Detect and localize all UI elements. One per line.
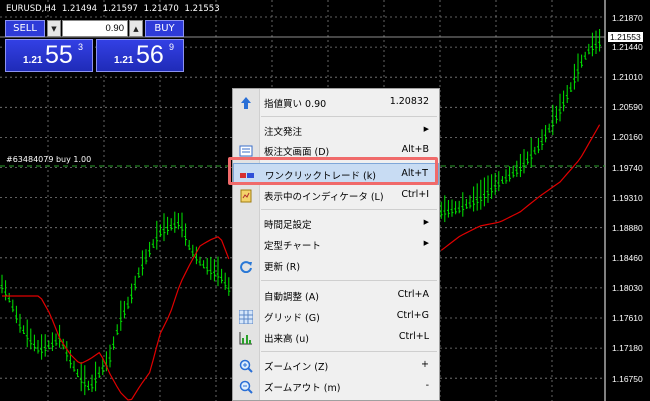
one-click-trade-panel: SELL ▼ 0.90 ▲ BUY 1.21 55 3 1.21 56 9 [5,20,184,72]
menu-item-shortcut: - [425,380,429,391]
open-order-label[interactable]: #63484079 buy 1.00 [6,155,91,164]
buy-button[interactable]: BUY [145,20,184,37]
menu-item-label: 定型チャート [264,241,321,252]
chart-context-menu: 指値買い 0.90 1.20832 注文発注 ▶ 板注文画面 (D) Alt+B… [232,88,440,401]
menu-item-zoom-in[interactable]: ズームイン (Z) + [233,355,439,377]
zoom-in-icon [239,359,253,373]
submenu-arrow-icon: ▶ [423,218,429,226]
menu-item-label: 指値買い 0.90 [264,99,327,110]
menu-item-label: 時間足設定 [264,220,312,231]
menu-item-zoom-out[interactable]: ズームアウト (m) - [233,376,439,398]
menu-item-shortcut: 1.20832 [389,96,429,107]
sell-price-pips: 55 [45,41,73,69]
volume-up-button[interactable]: ▲ [129,20,143,37]
menu-item-shortcut: Ctrl+I [401,189,429,200]
menu-item-shortcut: + [421,359,429,370]
chevron-down-icon: ▼ [51,24,57,33]
menu-item-shortcut: Ctrl+L [398,331,429,342]
menu-item-label: 板注文画面 (D) [264,147,330,158]
price-axis-label: 1.19740 [612,163,643,173]
price-axis-label: 1.20590 [612,102,643,112]
menu-item-label: 表示中のインディケータ (L) [264,192,384,203]
menu-item-refresh[interactable]: 更新 (R) [233,255,439,277]
buy-price-pips: 56 [136,41,164,69]
submenu-arrow-icon: ▶ [423,125,429,133]
current-price-tag: 1.21553 [608,32,643,42]
arrow-up-icon [241,97,251,109]
volume-down-button[interactable]: ▼ [47,20,61,37]
price-axis-label: 1.19310 [612,193,643,203]
price-axis-label: 1.21440 [612,42,643,52]
menu-item-auto-scroll[interactable]: 自動調整 (A) Ctrl+A [233,285,439,307]
menu-separator [261,116,437,117]
buy-price-prefix: 1.21 [114,55,134,66]
menu-item-shortcut: Ctrl+G [396,310,429,321]
menu-item-shortcut: Alt+B [401,144,429,155]
buy-price-fraction: 9 [169,42,175,52]
sell-button[interactable]: SELL [5,20,45,37]
menu-item-volumes[interactable]: 出来高 (u) Ctrl+L [233,327,439,349]
grid-icon [239,310,253,324]
menu-item-label: 自動調整 (A) [264,292,319,303]
buy-price-box[interactable]: 1.21 56 9 [96,39,184,72]
menu-separator [261,209,437,210]
price-axis-label: 1.17610 [612,313,643,323]
submenu-arrow-icon: ▶ [423,239,429,247]
menu-item-label: 更新 (R) [264,262,301,273]
price-axis[interactable]: 1.21870 1.21553 1.21440 1.21010 1.20590 … [605,0,650,401]
menu-item-label: ズームアウト (m) [264,383,341,394]
chevron-up-icon: ▲ [133,24,139,33]
menu-item-templates[interactable]: 定型チャート ▶ [233,234,439,256]
menu-item-label: グリッド (G) [264,313,320,324]
sell-price-box[interactable]: 1.21 55 3 [5,39,93,72]
mt4-chart-window[interactable]: EURUSD,H4 1.21494 1.21597 1.21470 1.2155… [0,0,650,401]
menu-separator [261,280,437,281]
sell-price-prefix: 1.21 [23,55,43,66]
menu-item-timeframes[interactable]: 時間足設定 ▶ [233,213,439,235]
price-axis-label: 1.21010 [612,72,643,82]
price-axis-label: 1.18880 [612,223,643,233]
ohlc-close: 1.21553 [184,4,220,14]
price-axis-label: 1.20160 [612,132,643,142]
price-axis-label: 1.16750 [612,374,643,384]
menu-item-label: 注文発注 [264,127,303,138]
menu-item-indicators-list[interactable]: 表示中のインディケータ (L) Ctrl+I [233,185,439,207]
menu-item-grid[interactable]: グリッド (G) Ctrl+G [233,306,439,328]
price-axis-label: 1.18460 [612,253,643,263]
menu-item-label: ズームイン (Z) [264,362,329,373]
symbol-name: EURUSD,H4 [6,4,57,14]
menu-item-label: 出来高 (u) [264,334,309,345]
refresh-icon [240,261,252,273]
price-axis-label: 1.18030 [612,283,643,293]
annotation-highlight-frame [228,157,438,185]
zoom-out-icon [239,380,253,394]
indicators-list-icon [240,189,252,203]
menu-item-buy-limit[interactable]: 指値買い 0.90 1.20832 [233,92,439,114]
volumes-icon [239,332,252,345]
sell-price-fraction: 3 [78,42,84,52]
menu-separator [261,351,437,352]
order-book-icon [239,145,253,157]
price-axis-label: 1.21870 [612,13,643,23]
ohlc-open: 1.21494 [61,4,98,14]
ohlc-low: 1.21470 [143,4,179,14]
price-axis-label: 1.17180 [612,343,643,353]
ohlc-high: 1.21597 [102,4,138,14]
menu-item-shortcut: Ctrl+A [397,289,429,300]
menu-item-place-order[interactable]: 注文発注 ▶ [233,120,439,142]
symbol-header: EURUSD,H4 1.21494 1.21597 1.21470 1.2155… [6,4,223,14]
moving-average-line [440,124,601,251]
volume-input[interactable]: 0.90 [62,20,128,37]
